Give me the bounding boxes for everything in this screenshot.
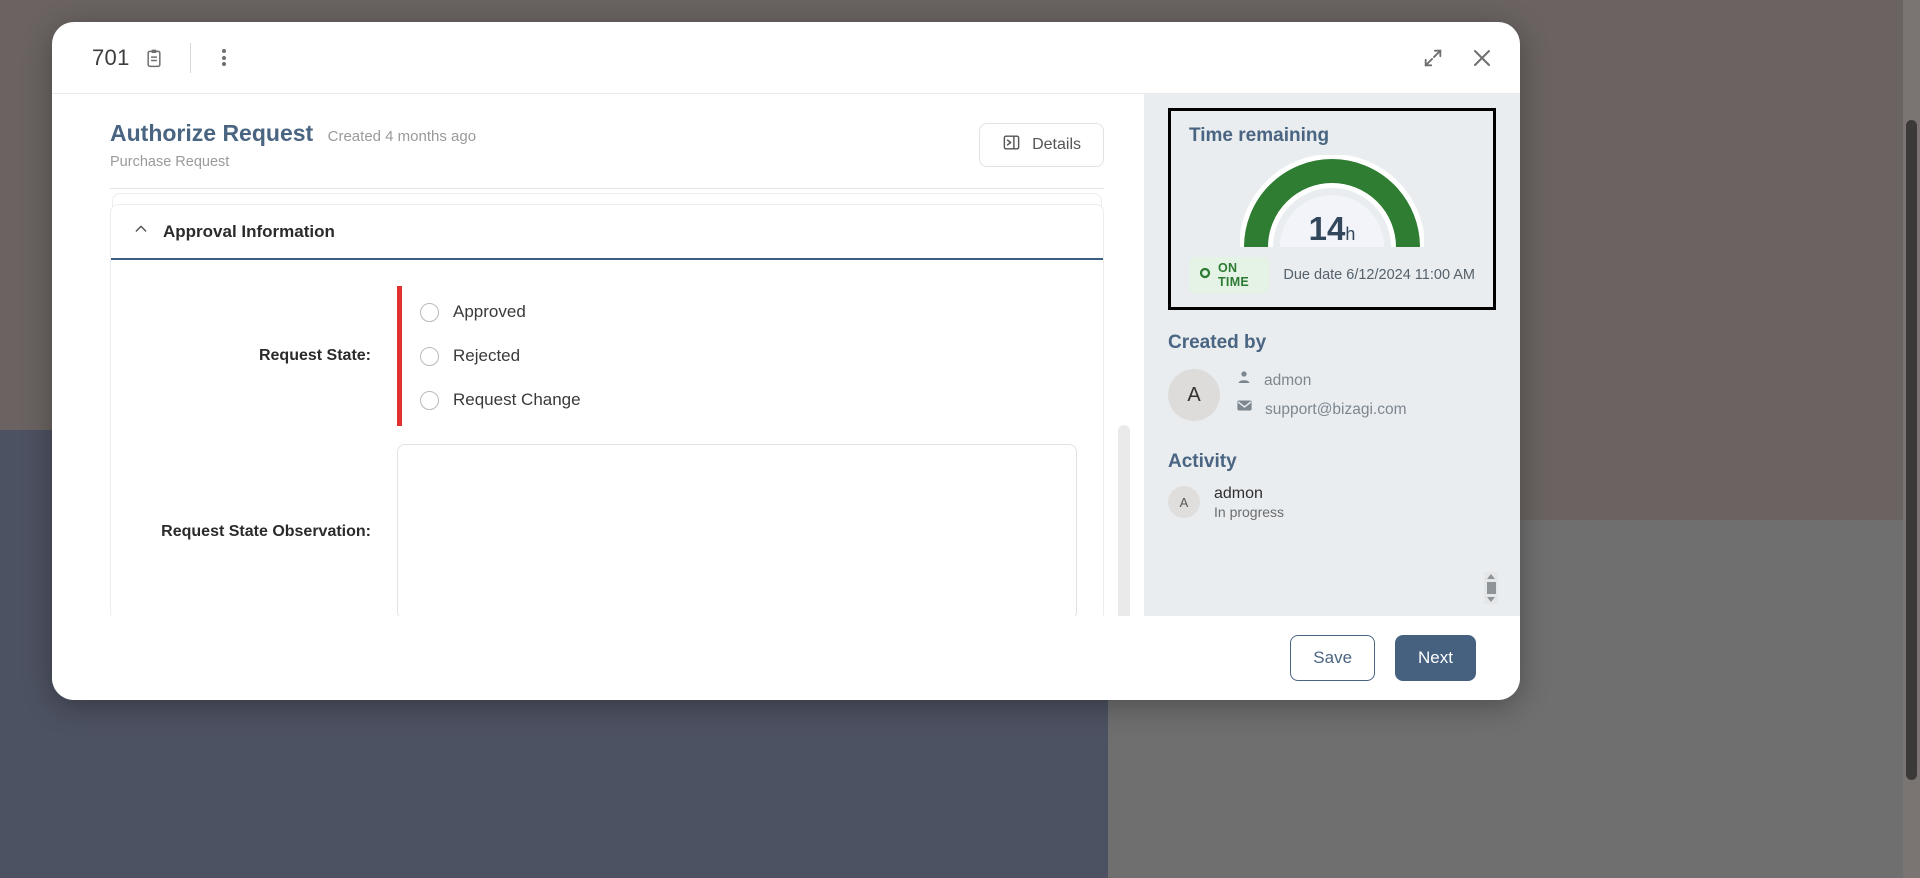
- form-column: Authorize Request Created 4 months ago P…: [52, 94, 1144, 616]
- avatar: A: [1168, 369, 1220, 422]
- request-state-radio-group: Approved Rejected Request Change: [397, 286, 1077, 426]
- radio-circle-icon: [420, 302, 439, 322]
- created-by-person-row: A admon support@bizagi.com: [1168, 366, 1496, 425]
- scroll-thumb[interactable]: [1486, 582, 1496, 594]
- created-by-section: Created by A admon support@bizagi.com: [1168, 332, 1496, 425]
- activity-heading: Activity: [1168, 450, 1237, 472]
- more-vertical-icon[interactable]: [213, 47, 235, 69]
- time-gauge-value-wrap: 14h: [1240, 212, 1424, 245]
- radio-circle-icon: [420, 390, 439, 410]
- time-card-footer: ON TIME Due date 6/12/2024 11:00 AM: [1189, 257, 1475, 293]
- status-badge: ON TIME: [1189, 257, 1270, 293]
- time-gauge-unit: h: [1345, 224, 1356, 244]
- time-remaining-heading: Time remaining: [1189, 125, 1330, 146]
- created-ago-text: Created 4 months ago: [327, 128, 477, 145]
- activity-status: In progress: [1214, 503, 1285, 520]
- form-heading-row: Authorize Request Created 4 months ago P…: [52, 94, 1144, 170]
- time-gauge-value: 14: [1308, 210, 1346, 247]
- request-state-observation-label: Request State Observation:: [161, 523, 371, 540]
- mail-icon: [1236, 395, 1253, 424]
- modal-footer: Save Next: [52, 616, 1520, 700]
- created-by-details: admon support@bizagi.com: [1236, 366, 1407, 425]
- clipboard-icon[interactable]: [144, 48, 164, 68]
- created-by-email: support@bizagi.com: [1265, 401, 1407, 419]
- radio-circle-icon: [420, 346, 439, 366]
- user-icon: [1236, 366, 1252, 395]
- created-by-email-line: support@bizagi.com: [1236, 395, 1407, 424]
- created-by-username: admon: [1264, 372, 1312, 389]
- details-button-label: Details: [1032, 136, 1081, 153]
- panel-right-icon: [1002, 133, 1021, 157]
- created-by-username-line: admon: [1236, 366, 1407, 395]
- activity-details: admon In progress: [1214, 485, 1284, 520]
- page-title: Authorize Request: [110, 120, 314, 146]
- activity-username: admon: [1214, 484, 1263, 502]
- status-badge-label: ON TIME: [1218, 261, 1250, 289]
- side-panel: Time remaining 14h ON TIME Due date 6/12…: [1144, 94, 1520, 616]
- radio-option-label: Request Change: [453, 390, 581, 409]
- save-button[interactable]: Save: [1290, 635, 1376, 681]
- modal-body: Authorize Request Created 4 months ago P…: [52, 94, 1520, 616]
- request-state-observation-control: [397, 444, 1077, 616]
- form-scroll-region: Approval Information Request State: Appr…: [52, 189, 1144, 616]
- activity-section: Activity A admon In progress: [1168, 451, 1496, 520]
- time-remaining-card: Time remaining 14h ON TIME Due date 6/12…: [1168, 108, 1496, 310]
- modal-titlebar: 701: [52, 22, 1520, 94]
- time-gauge-wrap: 14h: [1189, 154, 1475, 251]
- approval-information-header[interactable]: Approval Information: [111, 205, 1103, 260]
- radio-option-rejected[interactable]: Rejected: [420, 334, 1077, 378]
- form-heading-texts: Authorize Request Created 4 months ago P…: [110, 120, 979, 170]
- chevron-down-icon[interactable]: [1487, 597, 1495, 602]
- case-id: 701: [92, 44, 130, 70]
- request-state-field-row: Request State: Approved Rejected Request…: [111, 260, 1103, 426]
- page-title-line: Authorize Request Created 4 months ago: [110, 120, 979, 147]
- titlebar-divider: [189, 42, 191, 73]
- request-state-label: Request State:: [258, 347, 371, 364]
- chevron-up-icon: [133, 221, 149, 242]
- case-modal: 701 Authorize Request Created 4 months a…: [52, 22, 1520, 700]
- request-state-control: Approved Rejected Request Change: [397, 286, 1077, 426]
- approval-information-section: Approval Information Request State: Appr…: [110, 204, 1104, 616]
- process-subtitle: Purchase Request: [110, 154, 230, 170]
- activity-scroll-stepper[interactable]: [1484, 572, 1498, 604]
- close-icon[interactable]: [1470, 46, 1494, 70]
- circle-icon: [1199, 266, 1211, 284]
- radio-option-label: Rejected: [453, 346, 521, 365]
- due-date-text: Due date 6/12/2024 11:00 AM: [1283, 267, 1475, 283]
- form-scrollbar[interactable]: [1118, 425, 1130, 616]
- page-scrollbar-thumb[interactable]: [1906, 120, 1917, 780]
- expand-icon[interactable]: [1422, 47, 1444, 69]
- chevron-up-icon[interactable]: [1487, 574, 1495, 579]
- request-state-observation-input[interactable]: [397, 444, 1077, 616]
- radio-option-request-change[interactable]: Request Change: [420, 378, 1077, 422]
- time-gauge: 14h: [1239, 154, 1425, 251]
- radio-option-approved[interactable]: Approved: [420, 290, 1077, 334]
- details-button[interactable]: Details: [979, 123, 1104, 167]
- radio-option-label: Approved: [453, 302, 526, 321]
- section-title: Approval Information: [163, 221, 335, 241]
- request-state-observation-field-row: Request State Observation:: [111, 426, 1103, 616]
- created-by-heading: Created by: [1168, 332, 1267, 353]
- page-scrollbar[interactable]: [1903, 0, 1920, 878]
- next-button[interactable]: Next: [1395, 635, 1476, 681]
- activity-list-item[interactable]: A admon In progress: [1168, 485, 1496, 520]
- avatar: A: [1168, 486, 1200, 519]
